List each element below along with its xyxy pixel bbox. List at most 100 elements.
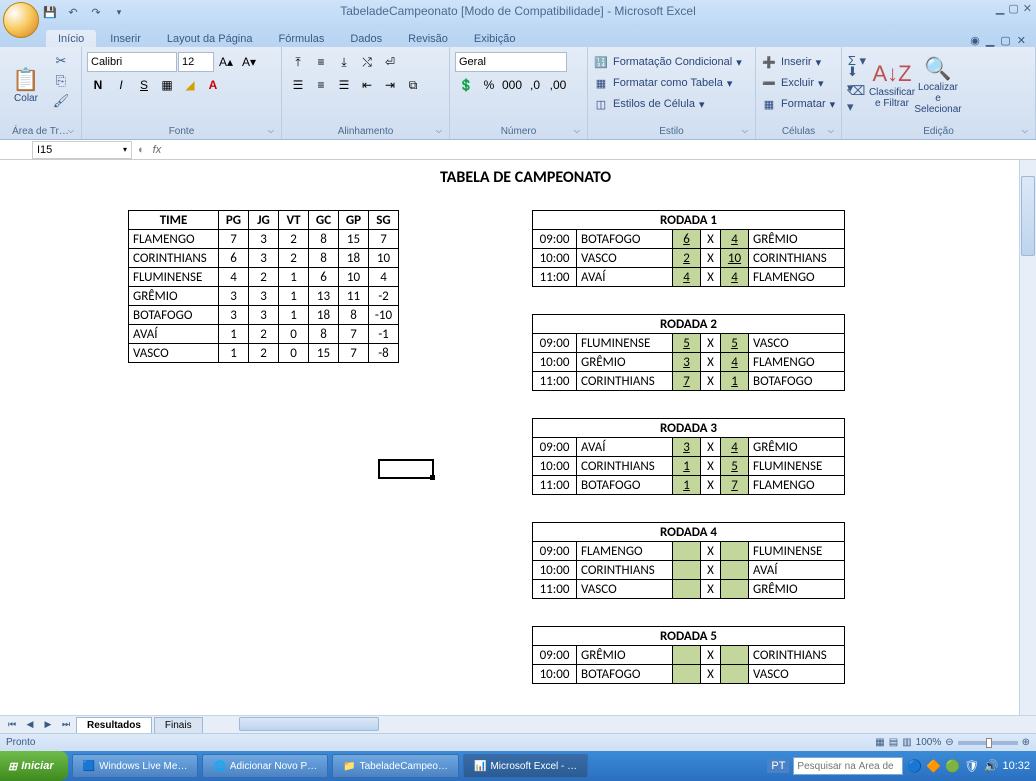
- tray-icon[interactable]: 🔵: [907, 759, 922, 773]
- view-break-icon[interactable]: ▥: [902, 737, 911, 748]
- clear-icon[interactable]: ⌫ ▾: [847, 90, 867, 108]
- fill-color-button[interactable]: ◢: [179, 75, 201, 95]
- task-tabela[interactable]: 📁 TabeladeCampeo…: [332, 754, 459, 778]
- indent-dec-icon[interactable]: ⇤: [356, 75, 378, 95]
- selected-cell[interactable]: [378, 459, 434, 479]
- lang-indicator[interactable]: PT: [767, 759, 789, 773]
- zoom-level[interactable]: 100%: [916, 737, 942, 748]
- inc-decimal-icon[interactable]: ,0: [524, 75, 546, 95]
- redo-icon[interactable]: ↷: [86, 3, 106, 23]
- round-table: RODADA 509:00GRÊMIOXCORINTHIANS10:00BOTA…: [532, 626, 845, 684]
- desktop-search[interactable]: [793, 757, 903, 775]
- find-select-button[interactable]: 🔍Localizar e Selecionar: [917, 52, 959, 118]
- tab-prev-icon[interactable]: ◀: [22, 717, 38, 733]
- start-button[interactable]: ⊞Iniciar: [0, 751, 68, 781]
- fx-icon[interactable]: fx: [153, 144, 162, 156]
- horizontal-scrollbar[interactable]: [223, 716, 1036, 733]
- task-windows-live[interactable]: 🟦 Windows Live Me…: [72, 754, 199, 778]
- clock[interactable]: 10:32: [1002, 760, 1030, 772]
- insert-cells-button[interactable]: ➕Inserir ▾: [761, 52, 835, 72]
- restore-icon[interactable]: ▢: [1008, 2, 1018, 15]
- close-icon[interactable]: ✕: [1023, 2, 1032, 15]
- format-painter-icon[interactable]: 🖌: [51, 92, 71, 110]
- vertical-scrollbar[interactable]: [1019, 160, 1036, 715]
- tab-dados[interactable]: Dados: [338, 30, 394, 47]
- thousands-icon[interactable]: 000: [501, 75, 523, 95]
- worksheet[interactable]: TABELA DE CAMPEONATO TIMEPGJGVTGCGPSGFLA…: [0, 160, 1019, 715]
- tab-revisao[interactable]: Revisão: [396, 30, 460, 47]
- zoom-out-icon[interactable]: ⊖: [945, 737, 953, 748]
- zoom-in-icon[interactable]: ⊕: [1022, 737, 1030, 748]
- task-adicionar[interactable]: 🌐 Adicionar Novo P…: [202, 754, 328, 778]
- sheet-tab-resultados[interactable]: Resultados: [76, 717, 152, 733]
- tab-formulas[interactable]: Fórmulas: [267, 30, 337, 47]
- min-ribbon-icon[interactable]: ▁: [986, 34, 994, 47]
- align-middle-icon[interactable]: ≡: [310, 52, 332, 72]
- restore-win-icon[interactable]: ▢: [1000, 34, 1010, 47]
- task-excel[interactable]: 📊 Microsoft Excel - …: [463, 754, 588, 778]
- bold-button[interactable]: N: [87, 75, 109, 95]
- indent-inc-icon[interactable]: ⇥: [379, 75, 401, 95]
- tray-icon[interactable]: 🔊: [984, 759, 999, 773]
- sheet-tab-finais[interactable]: Finais: [154, 717, 203, 733]
- align-right-icon[interactable]: ☰: [333, 75, 355, 95]
- tab-layout[interactable]: Layout da Página: [155, 30, 265, 47]
- font-size-select[interactable]: [178, 52, 214, 72]
- tab-exibicao[interactable]: Exibição: [462, 30, 528, 47]
- view-layout-icon[interactable]: ▤: [889, 737, 898, 748]
- sort-filter-button[interactable]: A↓ZClassificar e Filtrar: [871, 52, 913, 118]
- number-format-select[interactable]: [455, 52, 567, 72]
- dec-decimal-icon[interactable]: ,00: [547, 75, 569, 95]
- paste-button[interactable]: 📋Colar: [5, 52, 47, 118]
- group-cells: Células: [761, 125, 836, 139]
- sheet-heading: TABELA DE CAMPEONATO: [440, 168, 611, 187]
- view-normal-icon[interactable]: ▦: [875, 737, 884, 748]
- currency-icon[interactable]: 💲: [455, 75, 477, 95]
- cut-icon[interactable]: ✂: [51, 52, 71, 70]
- merge-button[interactable]: ⧉: [402, 75, 424, 95]
- grow-font-icon[interactable]: A▴: [215, 52, 237, 72]
- qat-more-icon[interactable]: ▾: [109, 3, 129, 23]
- window-title: TabeladeCampeonato [Modo de Compatibilid…: [340, 4, 696, 18]
- tab-first-icon[interactable]: ⏮: [4, 717, 20, 733]
- tab-inserir[interactable]: Inserir: [98, 30, 153, 47]
- office-button[interactable]: [3, 2, 39, 38]
- tray-icon[interactable]: 🛡: [964, 759, 979, 773]
- align-bottom-icon[interactable]: ⤓: [333, 52, 355, 72]
- format-as-table-button[interactable]: ▦Formatar como Tabela ▾: [593, 73, 742, 93]
- conditional-format-button[interactable]: 🔢Formatação Condicional ▾: [593, 52, 742, 72]
- wrap-text-button[interactable]: ⏎: [379, 52, 401, 72]
- font-name-select[interactable]: [87, 52, 177, 72]
- group-font: Fonte: [87, 125, 276, 139]
- format-cells-button[interactable]: ▦Formatar ▾: [761, 94, 835, 114]
- percent-icon[interactable]: %: [478, 75, 500, 95]
- tab-last-icon[interactable]: ⏭: [58, 717, 74, 733]
- title-bar: 💾 ↶ ↷ ▾ TabeladeCampeonato [Modo de Comp…: [0, 0, 1036, 25]
- align-left-icon[interactable]: ☰: [287, 75, 309, 95]
- expand-fx-icon[interactable]: ◐: [138, 144, 145, 156]
- cell-styles-button[interactable]: ◫Estilos de Célula ▾: [593, 94, 742, 114]
- group-editing: Edição: [847, 125, 1030, 139]
- group-clipboard: Área de Tr…: [5, 125, 76, 139]
- align-center-icon[interactable]: ≡: [310, 75, 332, 95]
- help-icon[interactable]: ◉: [970, 34, 980, 47]
- italic-button[interactable]: I: [110, 75, 132, 95]
- underline-button[interactable]: S: [133, 75, 155, 95]
- tray-icon[interactable]: 🔶: [926, 759, 941, 773]
- align-top-icon[interactable]: ⤒: [287, 52, 309, 72]
- orientation-icon[interactable]: ⤭: [356, 52, 378, 72]
- name-box[interactable]: I15▾: [32, 141, 132, 159]
- delete-cells-button[interactable]: ➖Excluir ▾: [761, 73, 835, 93]
- zoom-slider[interactable]: [958, 741, 1018, 745]
- minimize-icon[interactable]: ▁: [996, 2, 1004, 15]
- shrink-font-icon[interactable]: A▾: [238, 52, 260, 72]
- close-win-icon[interactable]: ✕: [1017, 34, 1026, 47]
- undo-icon[interactable]: ↶: [63, 3, 83, 23]
- copy-icon[interactable]: ⎘: [51, 72, 71, 90]
- tray-icon[interactable]: 🟢: [945, 759, 960, 773]
- tab-inicio[interactable]: Início: [46, 30, 96, 47]
- tab-next-icon[interactable]: ▶: [40, 717, 56, 733]
- font-color-button[interactable]: A: [202, 75, 224, 95]
- save-icon[interactable]: 💾: [40, 3, 60, 23]
- border-button[interactable]: ▦: [156, 75, 178, 95]
